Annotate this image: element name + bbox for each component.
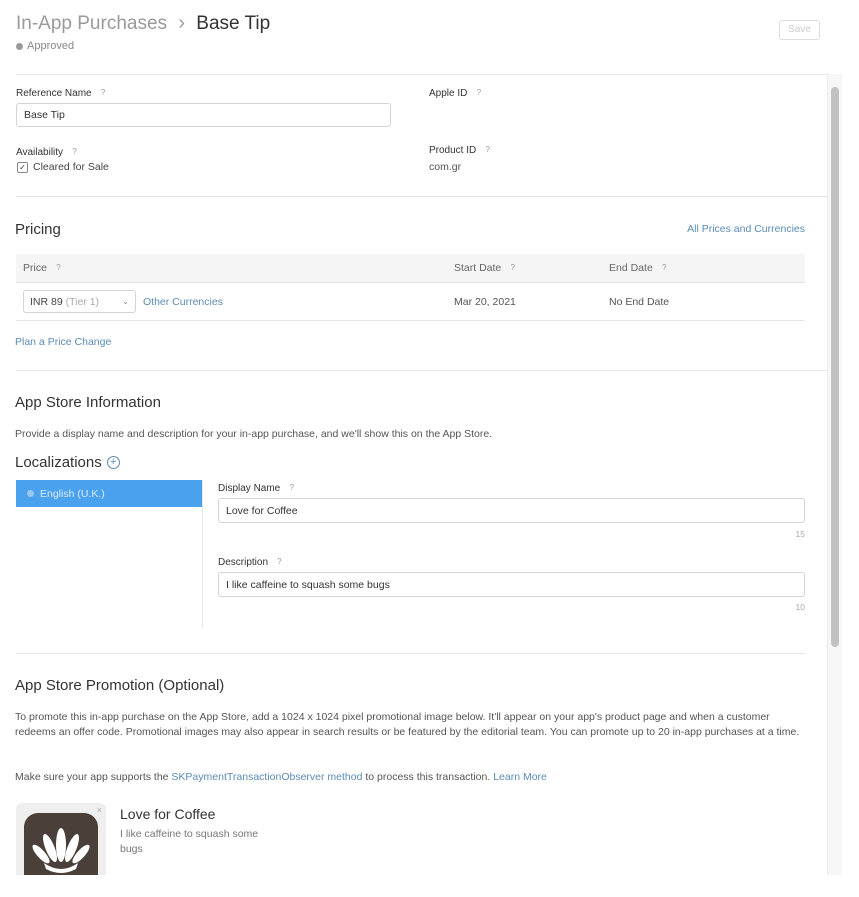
app-icon: [24, 813, 98, 875]
reference-name-input[interactable]: Base Tip: [16, 103, 391, 127]
other-currencies-link[interactable]: Other Currencies: [143, 296, 223, 308]
description-char-count: 10: [795, 602, 805, 612]
help-icon[interactable]: ?: [98, 87, 109, 98]
learn-more-link[interactable]: Learn More: [493, 771, 547, 783]
section-divider: [16, 370, 827, 371]
start-date-header-label: Start Date: [454, 262, 502, 274]
help-icon[interactable]: ?: [274, 556, 285, 567]
pricing-title: Pricing: [15, 221, 61, 238]
description-label: Description: [218, 557, 269, 568]
apple-id-label-row: Apple ID?: [429, 87, 484, 99]
chevron-right-icon: ›: [178, 12, 185, 34]
localizations-label: Localizations: [15, 454, 102, 471]
help-icon[interactable]: ?: [53, 262, 64, 273]
tier-value: (Tier 1): [65, 295, 100, 308]
help-icon[interactable]: ?: [473, 87, 484, 98]
help-icon[interactable]: ?: [286, 482, 297, 493]
description-label-row: Description?: [218, 556, 285, 568]
page-title: Base Tip: [196, 13, 271, 34]
app-store-info-title: App Store Information: [15, 394, 161, 411]
display-name-input[interactable]: Love for Coffee: [218, 498, 805, 523]
pricing-table-header: [16, 254, 805, 283]
breadcrumb-parent-link[interactable]: In-App Purchases: [16, 13, 167, 34]
price-column-header: Price?: [23, 262, 64, 274]
breadcrumb: In-App Purchases › Base Tip: [16, 12, 270, 35]
price-tier-select[interactable]: INR 89 (Tier 1) ⌄: [23, 290, 136, 313]
section-divider: [16, 653, 805, 654]
add-localization-icon[interactable]: +: [106, 456, 120, 469]
plan-price-change-link[interactable]: Plan a Price Change: [15, 336, 111, 348]
localization-item-label: English (U.K.): [40, 487, 105, 500]
availability-label: Availability: [16, 147, 64, 158]
apple-id-label: Apple ID: [429, 88, 468, 99]
reference-name-label-row: Reference Name?: [16, 87, 109, 99]
support-prefix: Make sure your app supports the: [15, 771, 172, 783]
availability-label-row: Availability?: [16, 146, 80, 158]
price-header-label: Price: [23, 262, 47, 274]
localizations-header: Localizations +: [15, 454, 120, 471]
all-prices-link[interactable]: All Prices and Currencies: [660, 223, 805, 235]
price-value: INR 89: [30, 295, 63, 308]
price-tier-value: INR 89 (Tier 1): [30, 296, 99, 308]
localization-status-icon: [27, 490, 34, 497]
checkbox-checked-icon[interactable]: ✓: [17, 161, 28, 173]
promotion-title: App Store Promotion (Optional): [15, 677, 225, 694]
localization-item-english-uk[interactable]: English (U.K.): [16, 480, 202, 507]
start-date-value: Mar 20, 2021: [454, 296, 516, 308]
help-icon[interactable]: ?: [69, 146, 80, 157]
display-name-char-count: 15: [795, 529, 805, 539]
product-id-value: com.gr: [429, 161, 462, 173]
display-name-label: Display Name: [218, 483, 281, 494]
promotion-support-text: Make sure your app supports the SKPaymen…: [15, 771, 547, 783]
pricing-row-divider: [16, 320, 805, 321]
reference-name-label: Reference Name: [16, 88, 92, 99]
cleared-for-sale-checkbox[interactable]: ✓ Cleared for Sale: [17, 161, 109, 173]
section-divider: [16, 196, 827, 197]
end-date-header-label: End Date: [609, 262, 653, 274]
scrollbar-thumb[interactable]: [831, 87, 839, 647]
promo-preview-title: Love for Coffee: [120, 806, 216, 822]
end-date-value: No End Date: [609, 296, 670, 308]
support-suffix: to process this transaction.: [362, 771, 494, 783]
status-badge: Approved: [16, 40, 74, 52]
description-input[interactable]: I like caffeine to squash some bugs: [218, 572, 805, 597]
display-name-label-row: Display Name?: [218, 482, 297, 494]
promotion-text: To promote this in-app purchase on the A…: [15, 711, 800, 738]
promo-image-frame[interactable]: ×: [16, 803, 106, 875]
help-icon[interactable]: ?: [507, 262, 518, 273]
header-divider: [16, 74, 827, 75]
scrollbar-track[interactable]: [827, 74, 842, 875]
save-button[interactable]: Save: [779, 20, 820, 40]
sk-payment-link[interactable]: SKPaymentTransactionObserver method: [171, 771, 362, 783]
product-id-label-row: Product ID?: [429, 144, 493, 156]
remove-image-icon[interactable]: ×: [97, 805, 102, 815]
product-id-label: Product ID: [429, 145, 477, 156]
help-icon[interactable]: ?: [482, 144, 493, 155]
status-text: Approved: [27, 40, 75, 52]
cleared-for-sale-label: Cleared for Sale: [33, 161, 109, 173]
chevron-down-icon: ⌄: [122, 297, 129, 306]
help-icon[interactable]: ?: [659, 262, 670, 273]
app-store-info-description: Provide a display name and description f…: [15, 428, 493, 440]
end-date-column-header: End Date?: [609, 262, 670, 274]
status-dot-icon: [16, 42, 23, 50]
start-date-column-header: Start Date?: [454, 262, 518, 274]
promo-preview-description: I like caffeine to squash some bugs: [120, 828, 259, 855]
shell-icon: [32, 828, 90, 873]
